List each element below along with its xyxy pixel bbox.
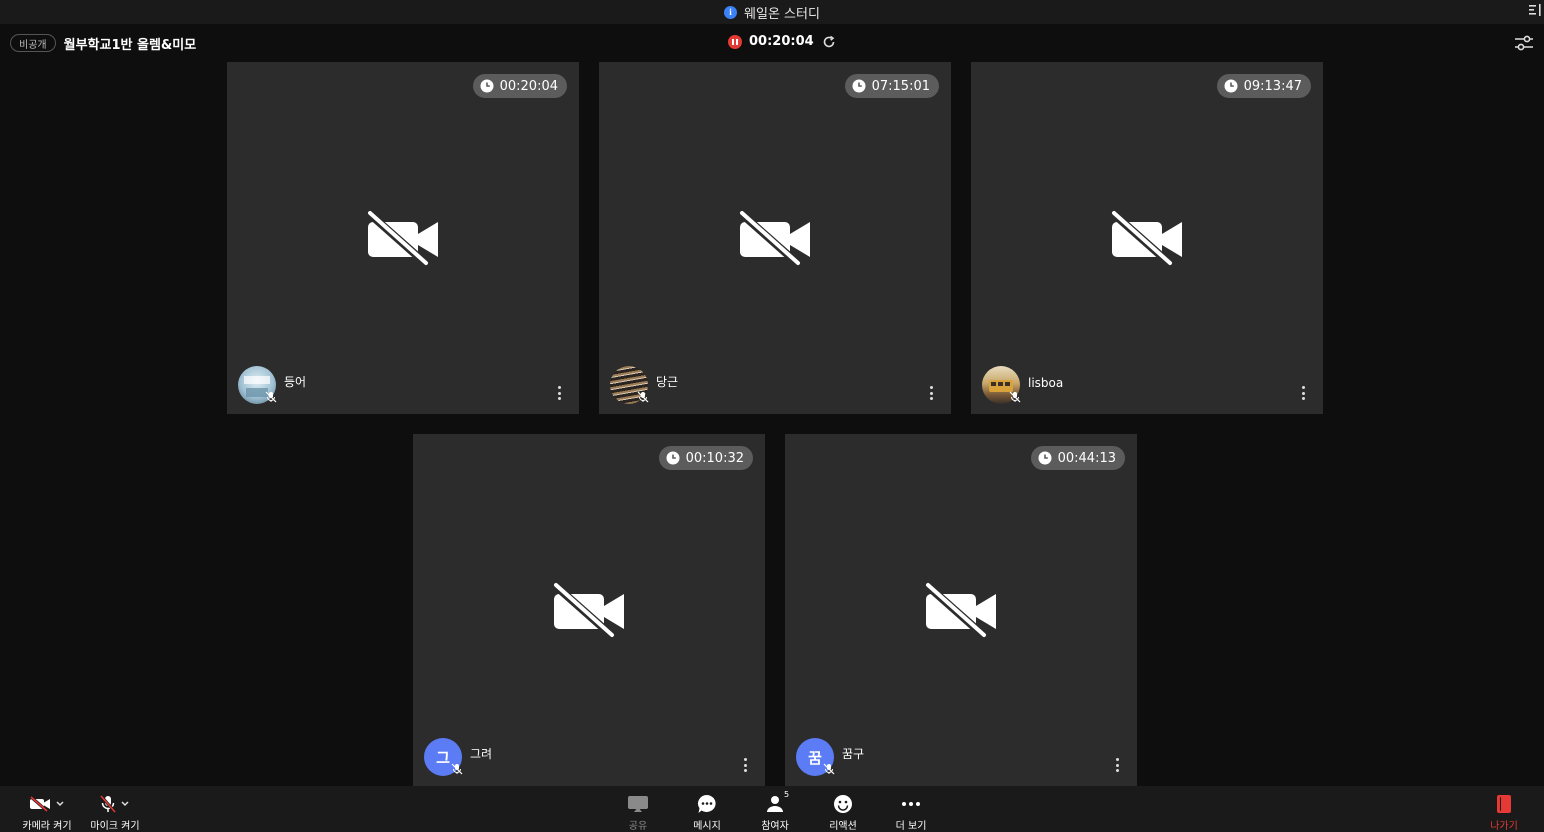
clock-icon [666, 451, 680, 465]
timer-text: 00:10:32 [685, 450, 744, 466]
mic-muted-icon [823, 763, 835, 775]
timer-text: 00:20:04 [499, 78, 558, 94]
participant-timer: 09:13:47 [1216, 74, 1311, 98]
exit-door-icon [1497, 794, 1511, 813]
message-label: 메시지 [693, 821, 721, 832]
timer-text: 09:13:47 [1243, 78, 1302, 94]
screen-share-icon [628, 795, 648, 812]
smiley-icon [834, 794, 852, 813]
mic-muted-icon [265, 391, 277, 403]
video-conference-app: i 웨일온 스터디 비공개 월부학교1반 올렘&미모 00:20:04 00:2… [0, 0, 1544, 832]
window-title: 웨일온 스터디 [744, 6, 820, 22]
more-options-icon[interactable] [743, 758, 747, 772]
recording-indicator[interactable]: 00:20:04 [728, 34, 836, 49]
mic-muted-icon [637, 391, 649, 403]
mic-off-icon [100, 794, 116, 813]
chevron-down-icon[interactable] [55, 800, 65, 808]
participant-tile[interactable]: 00:20:04 등어 [227, 62, 579, 414]
mic-muted-icon [451, 763, 463, 775]
camera-off-icon [554, 583, 624, 637]
recording-time: 00:20:04 [749, 34, 814, 49]
participant-name: 당근 [656, 375, 679, 389]
visibility-badge: 비공개 [10, 34, 56, 52]
more-options-icon[interactable] [1115, 758, 1119, 772]
more-button[interactable]: 더 보기 [890, 786, 932, 832]
side-panel-icon[interactable] [1528, 2, 1542, 18]
participant-timer: 00:20:04 [472, 74, 567, 98]
participant-tile[interactable]: 00:10:32 그 그려 [413, 434, 765, 786]
participant-timer: 00:10:32 [658, 446, 753, 470]
message-button[interactable]: 메시지 [686, 786, 728, 832]
share-label: 공유 [628, 821, 648, 832]
share-button[interactable]: 공유 [618, 786, 658, 832]
exit-label: 나가기 [1490, 821, 1518, 832]
participant-count-badge: 5 [784, 790, 790, 799]
sliders-icon[interactable] [1514, 34, 1534, 52]
more-label: 더 보기 [895, 821, 927, 832]
participants-button[interactable]: 5 참여자 [754, 786, 796, 832]
window-titlebar: i 웨일온 스터디 [0, 0, 1544, 24]
bottom-toolbar: 카메라 켜기 마이크 켜기 공유 메시지 5 참여자 리액션 더 보기 나가기 [0, 786, 1544, 832]
exit-button[interactable]: 나가기 [1484, 786, 1524, 832]
clock-icon [1038, 451, 1052, 465]
reaction-button[interactable]: 리액션 [822, 786, 864, 832]
chat-bubble-icon [697, 794, 716, 813]
mic-muted-icon [1009, 391, 1021, 403]
timer-text: 00:44:13 [1057, 450, 1116, 466]
more-options-icon[interactable] [1301, 386, 1305, 400]
participants-label: 참여자 [761, 821, 789, 832]
clock-icon [852, 79, 866, 93]
reaction-label: 리액션 [829, 821, 857, 832]
camera-off-icon [30, 795, 50, 812]
participant-name: 꿈구 [842, 747, 865, 761]
participant-tile[interactable]: 00:44:13 꿈 꿈구 [785, 434, 1137, 786]
participant-timer: 07:15:01 [844, 74, 939, 98]
camera-label: 카메라 켜기 [22, 821, 72, 832]
participant-name: 그려 [470, 747, 493, 761]
pause-icon [728, 34, 742, 49]
info-icon[interactable]: i [724, 5, 738, 19]
participant-tile[interactable]: 07:15:01 당근 [599, 62, 951, 414]
mic-toggle-button[interactable]: 마이크 켜기 [88, 786, 142, 832]
participant-tile[interactable]: 09:13:47 lisboa [971, 62, 1323, 414]
room-title: 월부학교1반 올렘&미모 [63, 37, 197, 53]
timer-text: 07:15:01 [871, 78, 930, 94]
room-header: 비공개 월부학교1반 올렘&미모 00:20:04 [0, 24, 1544, 62]
person-icon [767, 795, 783, 812]
camera-off-icon [368, 211, 438, 265]
refresh-icon[interactable] [822, 35, 836, 49]
participant-name: 등어 [284, 375, 307, 389]
more-options-icon[interactable] [929, 386, 933, 400]
more-horizontal-icon [902, 801, 920, 806]
mic-label: 마이크 켜기 [90, 821, 140, 832]
participant-name: lisboa [1028, 376, 1064, 390]
clock-icon [480, 79, 494, 93]
camera-off-icon [1112, 211, 1182, 265]
more-options-icon[interactable] [557, 386, 561, 400]
chevron-down-icon[interactable] [120, 800, 130, 808]
participant-timer: 00:44:13 [1030, 446, 1125, 470]
camera-off-icon [740, 211, 810, 265]
camera-toggle-button[interactable]: 카메라 켜기 [18, 786, 76, 832]
clock-icon [1224, 79, 1238, 93]
camera-off-icon [926, 583, 996, 637]
